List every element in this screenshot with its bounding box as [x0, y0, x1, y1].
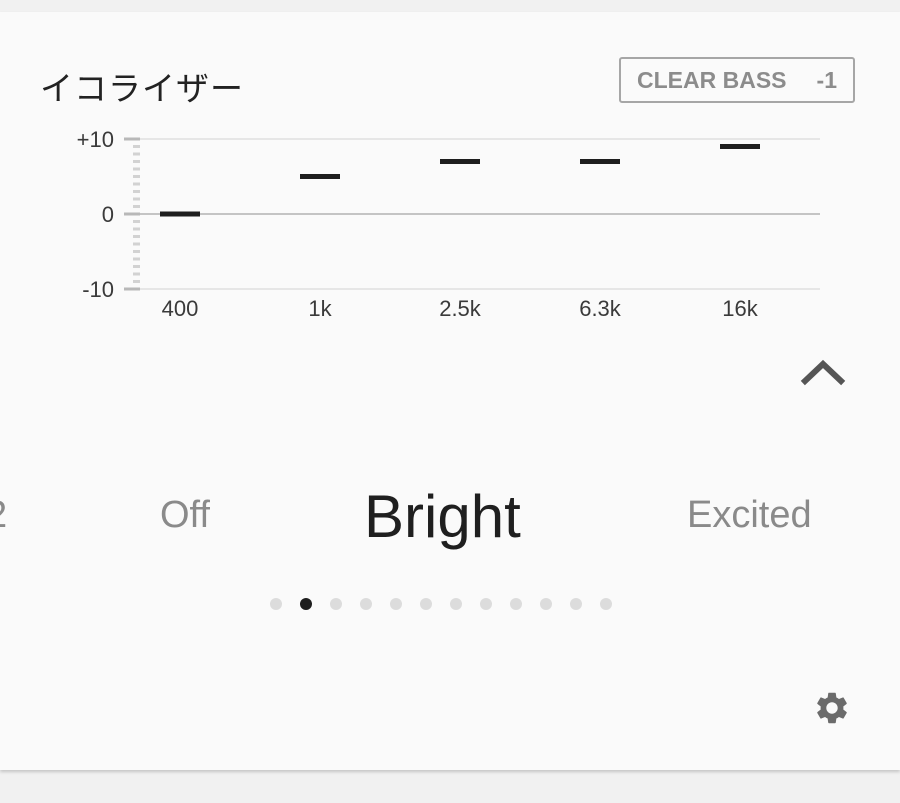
band-marker-6.3k [580, 159, 620, 164]
gear-icon[interactable] [813, 689, 851, 727]
preset-item-excited[interactable]: Excited [687, 494, 812, 537]
page-dot[interactable] [450, 598, 462, 610]
page-dot-active[interactable] [300, 598, 312, 610]
page-dot[interactable] [360, 598, 372, 610]
page-dot[interactable] [600, 598, 612, 610]
x-tick-label: 2.5k [439, 296, 482, 321]
preset-item-selected[interactable]: Bright [364, 482, 521, 551]
preset-carousel[interactable]: 2 Off Bright Excited [0, 470, 900, 570]
page-dot[interactable] [420, 598, 432, 610]
y-tick-label: 0 [102, 202, 114, 227]
preset-item-previous[interactable]: 2 [0, 494, 7, 537]
chevron-up-icon[interactable] [798, 350, 848, 390]
x-tick-label: 1k [308, 296, 332, 321]
page-dot[interactable] [390, 598, 402, 610]
x-tick-label: 16k [722, 296, 758, 321]
band-marker-2.5k [440, 159, 480, 164]
equalizer-chart[interactable]: +10 0 -10 400 1k 2.5k 6.3k 16k [0, 0, 900, 340]
page-dot[interactable] [270, 598, 282, 610]
page-dot[interactable] [510, 598, 522, 610]
x-tick-label: 6.3k [579, 296, 622, 321]
band-marker-16k [720, 144, 760, 149]
y-tick-label: -10 [82, 277, 114, 302]
band-marker-1k [300, 174, 340, 179]
page-dot[interactable] [330, 598, 342, 610]
band-marker-400 [160, 211, 200, 217]
page-dot[interactable] [480, 598, 492, 610]
page-dot[interactable] [540, 598, 552, 610]
page-dot[interactable] [570, 598, 582, 610]
y-tick-label: +10 [77, 127, 114, 152]
page-indicator [270, 598, 630, 612]
preset-item-off[interactable]: Off [160, 494, 210, 537]
x-tick-label: 400 [162, 296, 199, 321]
